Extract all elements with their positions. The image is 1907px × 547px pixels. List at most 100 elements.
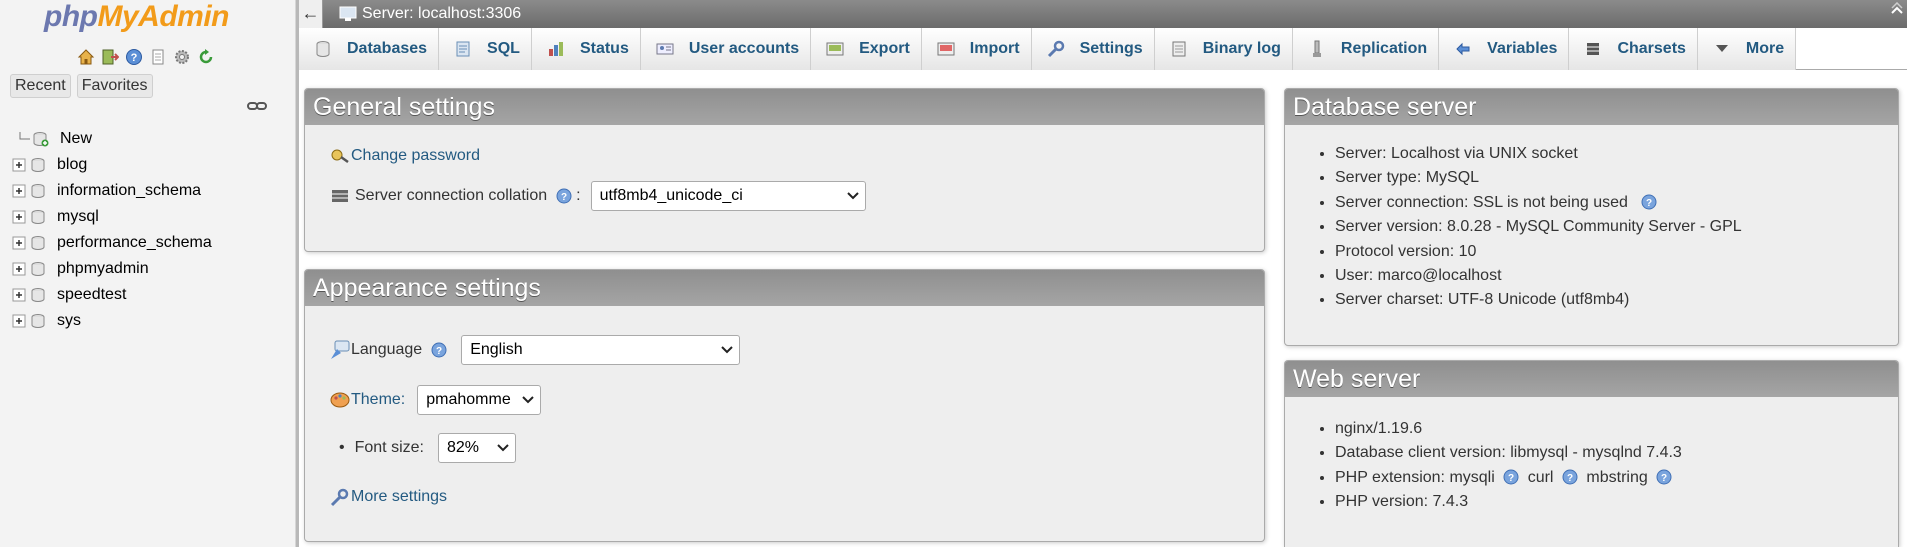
tab-sql[interactable]: SQL bbox=[439, 28, 532, 70]
database-icon bbox=[31, 262, 45, 276]
tab-label: Settings bbox=[1079, 40, 1143, 57]
theme-select[interactable]: pmahomme bbox=[417, 385, 542, 415]
tab-favorites[interactable]: Favorites bbox=[76, 74, 153, 98]
tree-item-database[interactable]: performance_schema bbox=[12, 230, 212, 256]
tab-import[interactable]: Import bbox=[921, 28, 1032, 70]
tab-export[interactable]: Export bbox=[811, 28, 922, 70]
collation-row: Server connection collation ? : utf8mb4_… bbox=[331, 181, 866, 211]
tree-item-database[interactable]: mysql bbox=[12, 204, 212, 230]
server-icon bbox=[339, 6, 357, 21]
collation-select[interactable]: utf8mb4_unicode_ci bbox=[590, 181, 866, 211]
tab-variables[interactable]: Variables bbox=[1439, 28, 1570, 70]
extension-name: mbstring bbox=[1586, 468, 1648, 486]
tree-label-database[interactable]: information_schema bbox=[57, 182, 201, 200]
change-password-link[interactable]: Change password bbox=[351, 147, 480, 165]
panel-title: Appearance settings bbox=[305, 270, 1264, 306]
language-icon bbox=[331, 340, 350, 359]
tree-item-database[interactable]: phpmyadmin bbox=[12, 256, 212, 282]
help-icon[interactable]: ? bbox=[431, 342, 447, 358]
server-title[interactable]: Server: localhost:3306 bbox=[362, 0, 521, 28]
theme-link[interactable]: Theme: bbox=[351, 391, 405, 409]
expand-plus-icon[interactable] bbox=[12, 288, 26, 302]
home-icon[interactable] bbox=[76, 47, 96, 67]
tab-binary-log[interactable]: Binary log bbox=[1154, 28, 1293, 70]
phpmyadmin-logo[interactable]: phpMyAdmin bbox=[44, 0, 229, 34]
tree-item-database[interactable]: blog bbox=[12, 152, 212, 178]
link-with-main-panel-icon[interactable] bbox=[247, 99, 267, 113]
settings-icon[interactable] bbox=[172, 47, 192, 67]
tree-label-database[interactable]: phpmyadmin bbox=[57, 260, 149, 278]
chevron-up-icon[interactable] bbox=[1889, 2, 1905, 18]
help-icon[interactable]: ? bbox=[556, 188, 572, 204]
tree-label-new[interactable]: New bbox=[60, 130, 92, 148]
tree-item-database[interactable]: sys bbox=[12, 308, 212, 334]
tab-settings[interactable]: Settings bbox=[1031, 28, 1155, 70]
tab-user-accounts[interactable]: User accounts bbox=[640, 28, 812, 70]
export-icon bbox=[826, 42, 844, 56]
list-item: Server: Localhost via UNIX socket bbox=[1335, 142, 1742, 166]
database-server-info: Server: Localhost via UNIX socket Server… bbox=[1285, 142, 1742, 313]
expand-plus-icon[interactable] bbox=[12, 262, 26, 276]
tab-replication[interactable]: Replication bbox=[1292, 28, 1440, 70]
general-settings-panel: General settings Change password Server … bbox=[304, 88, 1265, 252]
language-select-value: English bbox=[470, 341, 523, 358]
expand-plus-icon[interactable] bbox=[12, 158, 26, 172]
navigation-panel: phpMyAdmin ? Recent Favorites New blog i… bbox=[0, 0, 296, 547]
help-icon[interactable]: ? bbox=[124, 47, 144, 67]
help-icon[interactable]: ? bbox=[1562, 469, 1578, 485]
svg-text:?: ? bbox=[436, 346, 442, 357]
language-select[interactable]: English bbox=[461, 335, 741, 365]
font-size-select[interactable]: 82% bbox=[437, 433, 516, 463]
expand-plus-icon[interactable] bbox=[12, 236, 26, 250]
expand-plus-icon[interactable] bbox=[12, 184, 26, 198]
help-icon[interactable]: ? bbox=[1503, 469, 1519, 485]
replication-icon bbox=[1312, 40, 1321, 57]
collapse-navigation-button[interactable]: ← bbox=[299, 0, 323, 28]
svg-text:?: ? bbox=[1646, 198, 1652, 209]
tree-item-database[interactable]: information_schema bbox=[12, 178, 212, 204]
more-settings-link[interactable]: More settings bbox=[351, 488, 447, 506]
list-item: Server version: 8.0.28 - MySQL Community… bbox=[1335, 215, 1742, 239]
language-row: Language ? English bbox=[329, 335, 741, 365]
chevron-down-icon bbox=[497, 444, 509, 452]
tab-charsets[interactable]: Charsets bbox=[1569, 28, 1698, 70]
tab-databases[interactable]: Databases bbox=[299, 28, 440, 70]
expand-plus-icon[interactable] bbox=[12, 314, 26, 328]
tree-label-database[interactable]: sys bbox=[57, 312, 81, 330]
theme-row: Theme: pmahomme bbox=[329, 385, 542, 415]
tab-label: Replication bbox=[1340, 40, 1428, 57]
breadcrumb[interactable]: Server: localhost:3306 bbox=[339, 0, 521, 28]
database-icon bbox=[31, 314, 45, 328]
collation-icon bbox=[332, 190, 348, 202]
tab-recent[interactable]: Recent bbox=[10, 74, 71, 98]
svg-text:?: ? bbox=[1508, 473, 1514, 484]
tree-label-database[interactable]: mysql bbox=[57, 208, 99, 226]
database-icon bbox=[31, 236, 45, 250]
tab-label: User accounts bbox=[688, 40, 800, 57]
help-icon[interactable]: ? bbox=[1641, 194, 1657, 210]
expand-plus-icon[interactable] bbox=[12, 210, 26, 224]
panel-resizer[interactable] bbox=[296, 0, 299, 547]
tree-item-new[interactable]: New bbox=[12, 126, 212, 152]
tree-label-database[interactable]: speedtest bbox=[57, 286, 126, 304]
tree-item-database[interactable]: speedtest bbox=[12, 282, 212, 308]
import-icon bbox=[937, 42, 955, 56]
tab-label: More bbox=[1745, 40, 1785, 57]
nav-tabs: Recent Favorites bbox=[10, 74, 153, 98]
list-item: Server type: MySQL bbox=[1335, 166, 1742, 190]
reload-icon[interactable] bbox=[196, 47, 216, 67]
tab-status[interactable]: Status bbox=[531, 28, 641, 70]
list-item: PHP version: 7.4.3 bbox=[1335, 490, 1682, 514]
tab-label: SQL bbox=[487, 40, 520, 57]
sql-icon bbox=[456, 41, 470, 57]
tree-label-database[interactable]: performance_schema bbox=[57, 234, 212, 252]
help-icon[interactable]: ? bbox=[1656, 469, 1672, 485]
more-settings-row: More settings bbox=[329, 487, 447, 507]
logout-icon[interactable] bbox=[100, 47, 120, 67]
tab-more[interactable]: More bbox=[1697, 28, 1797, 70]
list-item: User: marco@localhost bbox=[1335, 264, 1742, 288]
tree-label-database[interactable]: blog bbox=[57, 156, 87, 174]
docs-icon[interactable] bbox=[148, 47, 168, 67]
palette-icon bbox=[330, 392, 350, 408]
list-item: PHP extension: mysqli ? curl ? mbstring … bbox=[1335, 466, 1682, 490]
